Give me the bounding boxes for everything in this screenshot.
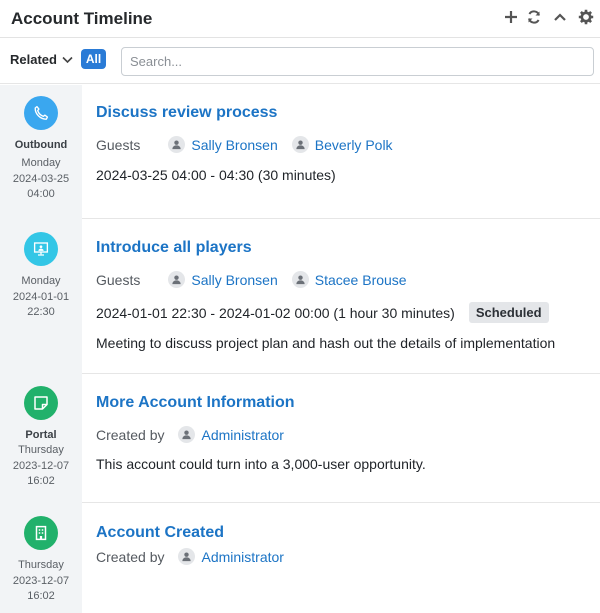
gear-icon[interactable] [577,9,595,27]
guest-link[interactable]: Beverly Polk [291,136,393,153]
all-filter-button[interactable]: All [81,49,106,69]
timeline-entry-meta: Portal Thursday 2023-12-07 16:02 [0,386,82,490]
timeline-entry: Introduce all players Guests Sally Brons… [82,239,600,351]
timeline-entry: More Account Information Created by Admi… [82,394,600,472]
entry-divider [82,373,600,374]
guest-link[interactable]: Stacee Brouse [291,271,407,288]
meta-label: Guests [96,271,141,288]
user-icon [168,271,186,288]
panel-header: Account Timeline [0,0,600,38]
entry-date: 2024-01-01 [12,290,70,303]
status-badge: Scheduled [468,302,549,323]
entry-guests-row: Guests Sally Bronsen Stacee Brouse [96,271,600,288]
note-icon [24,386,58,420]
entry-time-row: 2024-01-01 22:30 - 2024-01-02 00:00 (1 h… [96,302,600,323]
related-dropdown[interactable]: Related [10,52,73,67]
entry-time: 04:00 [27,188,55,200]
entry-title[interactable]: Introduce all players [96,239,600,257]
guest-name: Stacee Brouse [314,271,407,288]
search-input[interactable] [121,47,594,76]
meta-label: Guests [96,136,141,153]
creator-name: Administrator [201,426,284,443]
entry-time: 22:30 [27,306,55,318]
timeline-entry-meta: Thursday 2023-12-07 16:02 [0,516,82,605]
guest-name: Sally Bronsen [191,136,278,153]
entry-date: 2024-03-25 [12,172,70,185]
entry-time-range: 2024-03-25 04:00 - 04:30 (30 minutes) [96,167,336,183]
entry-time-range: 2024-01-01 22:30 - 2024-01-02 00:00 (1 h… [96,304,455,321]
entry-type-label: Outbound [14,139,68,151]
entry-creator-row: Created by Administrator [96,548,600,565]
entry-day: Thursday [18,444,64,456]
timeline-entry: Account Created Created by Administrator [82,524,600,565]
chevron-up-icon[interactable] [551,9,569,27]
user-icon [291,271,309,288]
chevron-down-icon [62,56,73,63]
filter-bar: Related All [0,38,600,84]
user-icon [178,426,196,443]
timeline-entry-meta: Outbound Monday 2024-03-25 04:00 [0,96,82,203]
panel-title: Account Timeline [11,9,153,28]
entry-day: Monday [21,275,61,287]
building-icon [24,516,58,550]
entry-divider [82,502,600,503]
creator-name: Administrator [201,548,284,565]
timeline-entry: Discuss review process Guests Sally Bron… [82,104,600,183]
related-label: Related [10,52,57,67]
creator-link[interactable]: Administrator [178,548,284,565]
entry-divider [82,218,600,219]
entry-time: 16:02 [27,475,55,487]
guest-name: Sally Bronsen [191,271,278,288]
entry-guests-row: Guests Sally Bronsen Beverly Polk [96,136,600,153]
entry-creator-row: Created by Administrator [96,426,600,443]
guest-link[interactable]: Sally Bronsen [168,271,278,288]
user-icon [291,136,309,153]
entry-type-label: Portal [25,429,57,441]
timeline-entry-meta: Monday 2024-01-01 22:30 [0,232,82,321]
meta-label: Created by [96,426,165,443]
entry-time: 16:02 [27,590,55,602]
user-icon [168,136,186,153]
guest-link[interactable]: Sally Bronsen [168,136,278,153]
phone-icon [24,96,58,130]
entry-title[interactable]: Discuss review process [96,104,600,122]
entry-date: 2023-12-07 [12,459,70,472]
entry-day: Thursday [18,559,64,571]
entry-description: This account could turn into a 3,000-use… [96,456,426,472]
refresh-icon[interactable] [525,9,543,27]
presentation-icon [24,232,58,266]
entry-date: 2023-12-07 [12,574,70,587]
entry-title[interactable]: More Account Information [96,394,600,412]
user-icon [178,548,196,565]
entry-day: Monday [21,157,61,169]
entry-description: Meeting to discuss project plan and hash… [96,335,556,351]
meta-label: Created by [96,548,165,565]
plus-icon[interactable] [502,9,520,27]
guest-name: Beverly Polk [314,136,393,153]
creator-link[interactable]: Administrator [178,426,284,443]
entry-title[interactable]: Account Created [96,524,600,542]
